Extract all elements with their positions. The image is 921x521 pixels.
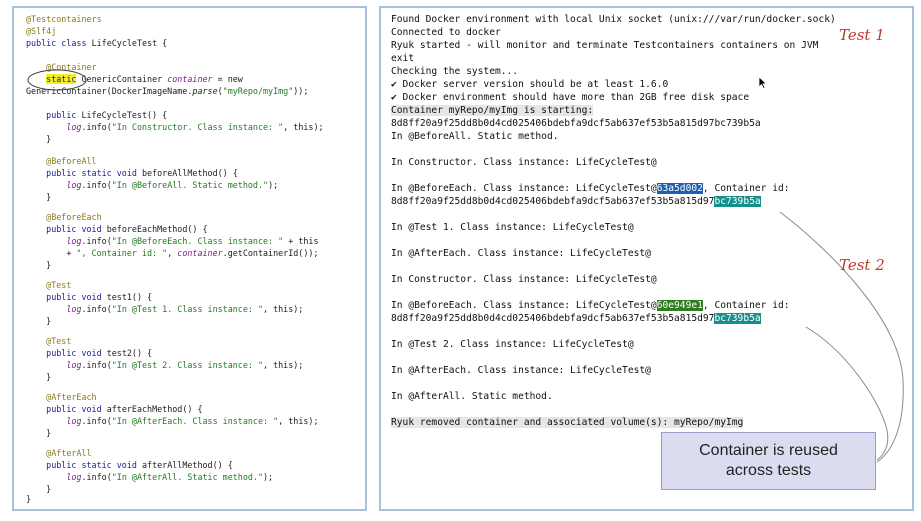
callout-line-1: Container is reused (699, 442, 838, 459)
test1-label: Test 1 (839, 26, 885, 44)
test2-label: Test 2 (839, 256, 885, 274)
container-reused-callout: Container is reused across tests (661, 432, 876, 490)
static-keyword-circle (27, 69, 87, 91)
test1-arrow (779, 211, 904, 463)
mouse-pointer-icon (758, 76, 768, 90)
callout-line-2: across tests (725, 462, 812, 479)
